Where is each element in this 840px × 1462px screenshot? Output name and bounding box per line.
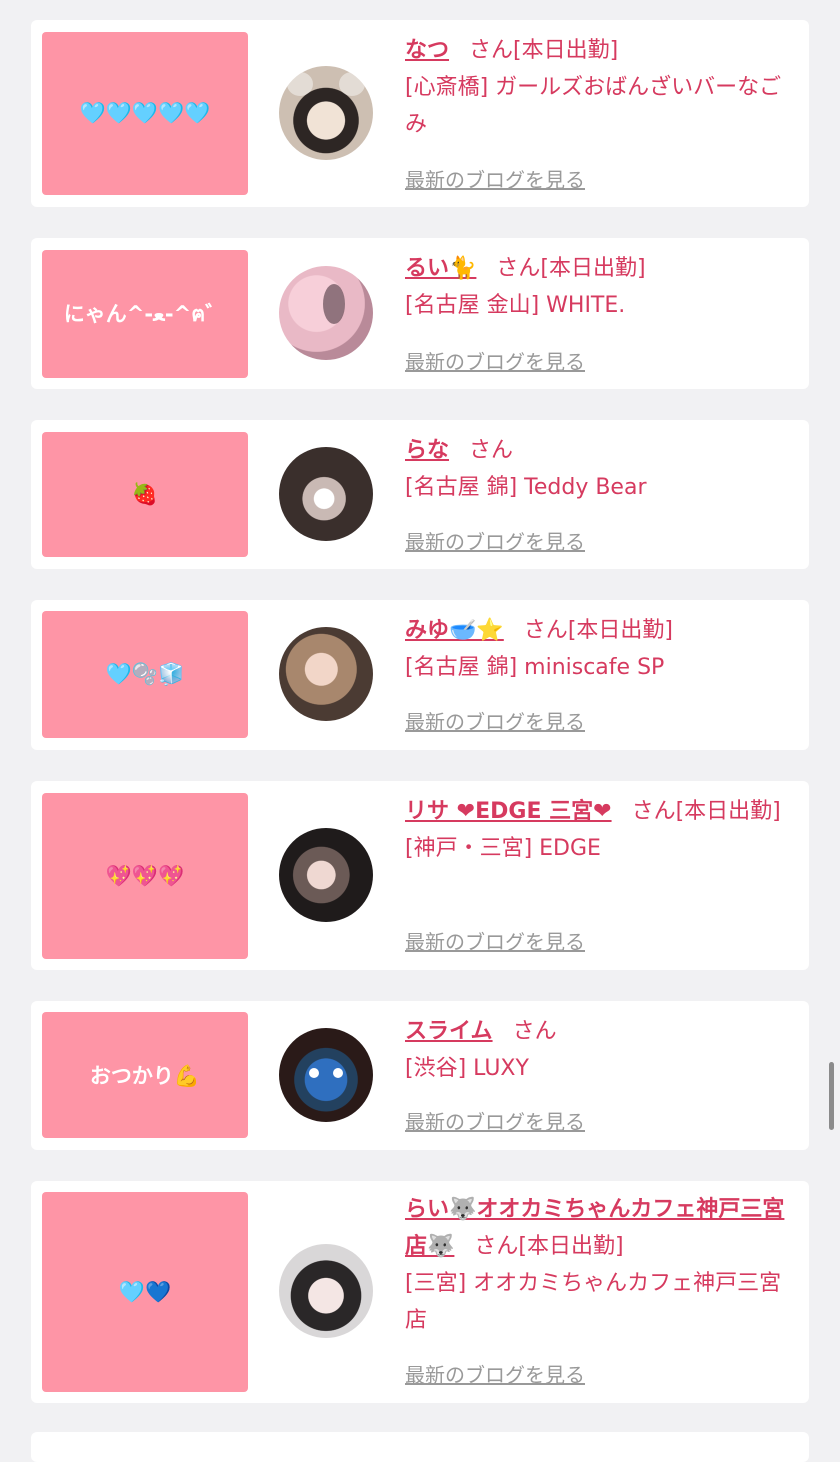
comment-bubble: 🩵💙 [42, 1192, 248, 1392]
honorific: さん [631, 799, 676, 824]
comment-text: 💖💖💖 [105, 863, 185, 888]
user-name-link[interactable]: スライム [405, 1019, 493, 1044]
status-badge: [本日出勤] [567, 618, 673, 643]
status-badge: [本日出勤] [540, 256, 646, 281]
comment-text: 🩵🫧🧊 [105, 662, 185, 686]
entry-info: らな さん [名古屋 錦] Teddy Bear [405, 432, 799, 506]
view-blog-link[interactable]: 最新のブログを見る [405, 1359, 585, 1388]
shop-name: [渋谷] LUXY [405, 1056, 529, 1081]
comment-bubble: 🩵🩵🩵🩵🩵 [42, 32, 248, 195]
list-item: 🩵💙 らい🐺オオカミちゃんカフェ神戸三宮店🐺 さん[本日出勤] [三宮] オオカミ… [31, 1181, 809, 1403]
list-item: 🍓 らな さん [名古屋 錦] Teddy Bear 最新のブログを見る [31, 420, 809, 569]
shop-name: [三宮] オオカミちゃんカフェ神戸三宮店 [405, 1271, 782, 1333]
honorific: さん [512, 1019, 557, 1044]
list-item: 💖💖💖 リサ ❤EDGE 三宮❤ さん[本日出勤] [神戸・三宮] EDGE 最新… [31, 781, 809, 970]
list-item: おつかり💪 スライム さん [渋谷] LUXY 最新のブログを見る [31, 1001, 809, 1150]
comment-bubble: 🍓 [42, 432, 248, 557]
comment-bubble: おつかり💪 [42, 1012, 248, 1138]
avatar[interactable] [279, 447, 373, 541]
comment-text: にゃん^-ﻌ-^ฅ゛ [63, 301, 227, 326]
entry-info: スライム さん [渋谷] LUXY [405, 1013, 799, 1087]
entry-info: らい🐺オオカミちゃんカフェ神戸三宮店🐺 さん[本日出勤] [三宮] オオカミちゃん… [405, 1191, 799, 1339]
view-blog-link[interactable]: 最新のブログを見る [405, 346, 585, 375]
view-blog-link[interactable]: 最新のブログを見る [405, 706, 585, 735]
honorific: さん [469, 438, 514, 463]
view-blog-link[interactable]: 最新のブログを見る [405, 1106, 585, 1135]
list-item-partial [31, 1432, 809, 1462]
comment-text: 🩵🩵🩵🩵🩵 [79, 101, 211, 125]
avatar[interactable] [279, 266, 373, 360]
comment-text: おつかり💪 [89, 1064, 201, 1088]
avatar[interactable] [279, 66, 373, 160]
entry-info: リサ ❤EDGE 三宮❤ さん[本日出勤] [神戸・三宮] EDGE [405, 793, 799, 867]
status-badge: [本日出勤] [513, 38, 619, 63]
shop-name: [名古屋 金山] WHITE. [405, 293, 626, 318]
scrollbar[interactable] [829, 1062, 834, 1130]
avatar[interactable] [279, 828, 373, 922]
user-name-link[interactable]: なつ [405, 38, 449, 63]
comment-bubble: 🩵🫧🧊 [42, 611, 248, 738]
honorific: さん [469, 38, 514, 63]
shop-name: [心斎橋] ガールズおばんざいバーなごみ [405, 75, 782, 137]
view-blog-link[interactable]: 最新のブログを見る [405, 926, 585, 955]
status-badge: [本日出勤] [518, 1234, 624, 1259]
avatar[interactable] [279, 1028, 373, 1122]
comment-text: 🍓 [131, 482, 159, 506]
user-name-link[interactable]: るい🐈 [405, 256, 476, 281]
honorific: さん [474, 1234, 519, 1259]
honorific: さん [496, 256, 541, 281]
avatar[interactable] [279, 1244, 373, 1338]
comment-bubble: 💖💖💖 [42, 793, 248, 959]
comment-text: 🩵💙 [118, 1279, 172, 1304]
list-item: 🩵🩵🩵🩵🩵 なつ さん[本日出勤] [心斎橋] ガールズおばんざいバーなごみ 最新… [31, 20, 809, 207]
shop-name: [名古屋 錦] Teddy Bear [405, 475, 647, 500]
shop-name: [名古屋 錦] miniscafe SP [405, 655, 665, 680]
entry-info: みゆ🥣⭐ さん[本日出勤] [名古屋 錦] miniscafe SP [405, 612, 799, 686]
view-blog-link[interactable]: 最新のブログを見る [405, 526, 585, 555]
user-name-link[interactable]: らな [405, 438, 449, 463]
user-name-link[interactable]: リサ ❤EDGE 三宮❤ [405, 799, 612, 824]
honorific: さん [523, 618, 568, 643]
view-blog-link[interactable]: 最新のブログを見る [405, 164, 585, 193]
status-badge: [本日出勤] [675, 799, 781, 824]
user-name-link[interactable]: みゆ🥣⭐ [405, 618, 504, 643]
shop-name: [神戸・三宮] EDGE [405, 836, 601, 861]
entry-info: るい🐈 さん[本日出勤] [名古屋 金山] WHITE. [405, 250, 799, 324]
list-item: 🩵🫧🧊 みゆ🥣⭐ さん[本日出勤] [名古屋 錦] miniscafe SP 最新… [31, 600, 809, 750]
list-item: にゃん^-ﻌ-^ฅ゛ るい🐈 さん[本日出勤] [名古屋 金山] WHITE. 最… [31, 238, 809, 389]
comment-bubble: にゃん^-ﻌ-^ฅ゛ [42, 250, 248, 378]
entry-info: なつ さん[本日出勤] [心斎橋] ガールズおばんざいバーなごみ [405, 32, 799, 143]
avatar[interactable] [279, 627, 373, 721]
